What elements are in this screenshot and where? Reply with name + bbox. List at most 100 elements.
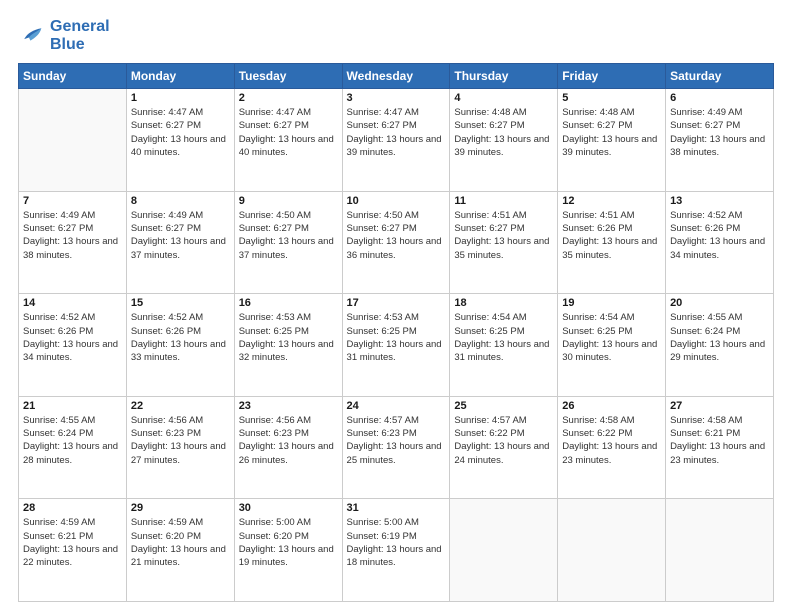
day-number: 26 bbox=[562, 400, 661, 412]
calendar-cell: 13 Sunrise: 4:52 AMSunset: 6:26 PMDayligh… bbox=[666, 191, 774, 294]
cell-info: Sunrise: 4:58 AMSunset: 6:22 PMDaylight:… bbox=[562, 414, 661, 467]
weekday-header-row: SundayMondayTuesdayWednesdayThursdayFrid… bbox=[19, 64, 774, 89]
calendar-cell: 25 Sunrise: 4:57 AMSunset: 6:22 PMDayligh… bbox=[450, 396, 558, 499]
cell-info: Sunrise: 4:48 AMSunset: 6:27 PMDaylight:… bbox=[454, 106, 553, 159]
calendar-cell bbox=[558, 499, 666, 602]
cell-info: Sunrise: 4:55 AMSunset: 6:24 PMDaylight:… bbox=[670, 311, 769, 364]
day-number: 12 bbox=[562, 195, 661, 207]
day-number: 18 bbox=[454, 297, 553, 309]
cell-info: Sunrise: 4:49 AMSunset: 6:27 PMDaylight:… bbox=[131, 209, 230, 262]
calendar-cell: 24Sunrise: 4:57 AMSunset: 6:23 PMDayligh… bbox=[342, 396, 450, 499]
cell-info: Sunrise: 4:51 AMSunset: 6:27 PMDaylight:… bbox=[454, 209, 553, 262]
cell-info: Sunrise: 4:52 AMSunset: 6:26 PMDaylight:… bbox=[670, 209, 769, 262]
day-number: 31 bbox=[347, 502, 446, 514]
weekday-header-thursday: Thursday bbox=[450, 64, 558, 89]
cell-info: Sunrise: 4:53 AMSunset: 6:25 PMDaylight:… bbox=[347, 311, 446, 364]
day-number: 9 bbox=[239, 195, 338, 207]
cell-info: Sunrise: 4:59 AMSunset: 6:21 PMDaylight:… bbox=[23, 516, 122, 569]
calendar-cell: 15 Sunrise: 4:52 AMSunset: 6:26 PMDayligh… bbox=[126, 294, 234, 397]
cell-info: Sunrise: 4:58 AMSunset: 6:21 PMDaylight:… bbox=[670, 414, 769, 467]
calendar-cell: 11 Sunrise: 4:51 AMSunset: 6:27 PMDayligh… bbox=[450, 191, 558, 294]
calendar-cell: 20Sunrise: 4:55 AMSunset: 6:24 PMDayligh… bbox=[666, 294, 774, 397]
day-number: 7 bbox=[23, 195, 122, 207]
week-row-2: 7 Sunrise: 4:49 AMSunset: 6:27 PMDaylight… bbox=[19, 191, 774, 294]
calendar-cell: 5 Sunrise: 4:48 AMSunset: 6:27 PMDaylight… bbox=[558, 89, 666, 192]
day-number: 14 bbox=[23, 297, 122, 309]
day-number: 27 bbox=[670, 400, 769, 412]
day-number: 1 bbox=[131, 92, 230, 104]
calendar-cell: 23 Sunrise: 4:56 AMSunset: 6:23 PMDayligh… bbox=[234, 396, 342, 499]
calendar-cell: 28 Sunrise: 4:59 AMSunset: 6:21 PMDayligh… bbox=[19, 499, 127, 602]
cell-info: Sunrise: 4:54 AMSunset: 6:25 PMDaylight:… bbox=[562, 311, 661, 364]
cell-info: Sunrise: 4:52 AMSunset: 6:26 PMDaylight:… bbox=[131, 311, 230, 364]
cell-info: Sunrise: 4:56 AMSunset: 6:23 PMDaylight:… bbox=[131, 414, 230, 467]
weekday-header-friday: Friday bbox=[558, 64, 666, 89]
day-number: 6 bbox=[670, 92, 769, 104]
cell-info: Sunrise: 4:59 AMSunset: 6:20 PMDaylight:… bbox=[131, 516, 230, 569]
calendar-cell: 18 Sunrise: 4:54 AMSunset: 6:25 PMDayligh… bbox=[450, 294, 558, 397]
calendar-cell bbox=[666, 499, 774, 602]
weekday-header-saturday: Saturday bbox=[666, 64, 774, 89]
day-number: 17 bbox=[347, 297, 446, 309]
day-number: 22 bbox=[131, 400, 230, 412]
calendar-cell: 21Sunrise: 4:55 AMSunset: 6:24 PMDayligh… bbox=[19, 396, 127, 499]
day-number: 23 bbox=[239, 400, 338, 412]
cell-info: Sunrise: 4:56 AMSunset: 6:23 PMDaylight:… bbox=[239, 414, 338, 467]
calendar-cell: 7Sunrise: 4:49 AMSunset: 6:27 PMDaylight… bbox=[19, 191, 127, 294]
cell-info: Sunrise: 5:00 AMSunset: 6:19 PMDaylight:… bbox=[347, 516, 446, 569]
day-number: 8 bbox=[131, 195, 230, 207]
calendar-table: SundayMondayTuesdayWednesdayThursdayFrid… bbox=[18, 63, 774, 602]
cell-info: Sunrise: 4:52 AMSunset: 6:26 PMDaylight:… bbox=[23, 311, 122, 364]
day-number: 2 bbox=[239, 92, 338, 104]
calendar-cell: 19 Sunrise: 4:54 AMSunset: 6:25 PMDayligh… bbox=[558, 294, 666, 397]
calendar-cell: 17 Sunrise: 4:53 AMSunset: 6:25 PMDayligh… bbox=[342, 294, 450, 397]
day-number: 13 bbox=[670, 195, 769, 207]
calendar-cell: 3Sunrise: 4:47 AMSunset: 6:27 PMDaylight… bbox=[342, 89, 450, 192]
header: General Blue bbox=[18, 18, 774, 53]
week-row-1: 1 Sunrise: 4:47 AMSunset: 6:27 PMDaylight… bbox=[19, 89, 774, 192]
cell-info: Sunrise: 4:49 AMSunset: 6:27 PMDaylight:… bbox=[670, 106, 769, 159]
calendar-cell: 12 Sunrise: 4:51 AMSunset: 6:26 PMDayligh… bbox=[558, 191, 666, 294]
week-row-4: 21Sunrise: 4:55 AMSunset: 6:24 PMDayligh… bbox=[19, 396, 774, 499]
day-number: 29 bbox=[131, 502, 230, 514]
calendar-cell: 26 Sunrise: 4:58 AMSunset: 6:22 PMDayligh… bbox=[558, 396, 666, 499]
day-number: 24 bbox=[347, 400, 446, 412]
logo-text: General Blue bbox=[50, 18, 110, 53]
weekday-header-monday: Monday bbox=[126, 64, 234, 89]
calendar-cell: 29 Sunrise: 4:59 AMSunset: 6:20 PMDayligh… bbox=[126, 499, 234, 602]
cell-info: Sunrise: 4:47 AMSunset: 6:27 PMDaylight:… bbox=[131, 106, 230, 159]
calendar-cell: 6 Sunrise: 4:49 AMSunset: 6:27 PMDaylight… bbox=[666, 89, 774, 192]
weekday-header-tuesday: Tuesday bbox=[234, 64, 342, 89]
calendar-cell: 1 Sunrise: 4:47 AMSunset: 6:27 PMDaylight… bbox=[126, 89, 234, 192]
weekday-header-sunday: Sunday bbox=[19, 64, 127, 89]
cell-info: Sunrise: 4:48 AMSunset: 6:27 PMDaylight:… bbox=[562, 106, 661, 159]
cell-info: Sunrise: 4:50 AMSunset: 6:27 PMDaylight:… bbox=[347, 209, 446, 262]
calendar-cell: 14 Sunrise: 4:52 AMSunset: 6:26 PMDayligh… bbox=[19, 294, 127, 397]
calendar-cell bbox=[450, 499, 558, 602]
day-number: 15 bbox=[131, 297, 230, 309]
week-row-3: 14 Sunrise: 4:52 AMSunset: 6:26 PMDayligh… bbox=[19, 294, 774, 397]
cell-info: Sunrise: 4:47 AMSunset: 6:27 PMDaylight:… bbox=[239, 106, 338, 159]
calendar-cell: 4Sunrise: 4:48 AMSunset: 6:27 PMDaylight… bbox=[450, 89, 558, 192]
page: General Blue SundayMondayTuesdayWednesda… bbox=[0, 0, 792, 612]
calendar-cell: 16Sunrise: 4:53 AMSunset: 6:25 PMDayligh… bbox=[234, 294, 342, 397]
cell-info: Sunrise: 4:57 AMSunset: 6:22 PMDaylight:… bbox=[454, 414, 553, 467]
week-row-5: 28 Sunrise: 4:59 AMSunset: 6:21 PMDayligh… bbox=[19, 499, 774, 602]
logo: General Blue bbox=[18, 18, 110, 53]
day-number: 5 bbox=[562, 92, 661, 104]
calendar-cell: 2 Sunrise: 4:47 AMSunset: 6:27 PMDaylight… bbox=[234, 89, 342, 192]
cell-info: Sunrise: 4:47 AMSunset: 6:27 PMDaylight:… bbox=[347, 106, 446, 159]
day-number: 19 bbox=[562, 297, 661, 309]
cell-info: Sunrise: 4:54 AMSunset: 6:25 PMDaylight:… bbox=[454, 311, 553, 364]
calendar-cell bbox=[19, 89, 127, 192]
day-number: 11 bbox=[454, 195, 553, 207]
day-number: 21 bbox=[23, 400, 122, 412]
calendar-cell: 31 Sunrise: 5:00 AMSunset: 6:19 PMDayligh… bbox=[342, 499, 450, 602]
calendar-cell: 22 Sunrise: 4:56 AMSunset: 6:23 PMDayligh… bbox=[126, 396, 234, 499]
cell-info: Sunrise: 4:51 AMSunset: 6:26 PMDaylight:… bbox=[562, 209, 661, 262]
day-number: 25 bbox=[454, 400, 553, 412]
cell-info: Sunrise: 4:50 AMSunset: 6:27 PMDaylight:… bbox=[239, 209, 338, 262]
weekday-header-wednesday: Wednesday bbox=[342, 64, 450, 89]
day-number: 28 bbox=[23, 502, 122, 514]
day-number: 30 bbox=[239, 502, 338, 514]
